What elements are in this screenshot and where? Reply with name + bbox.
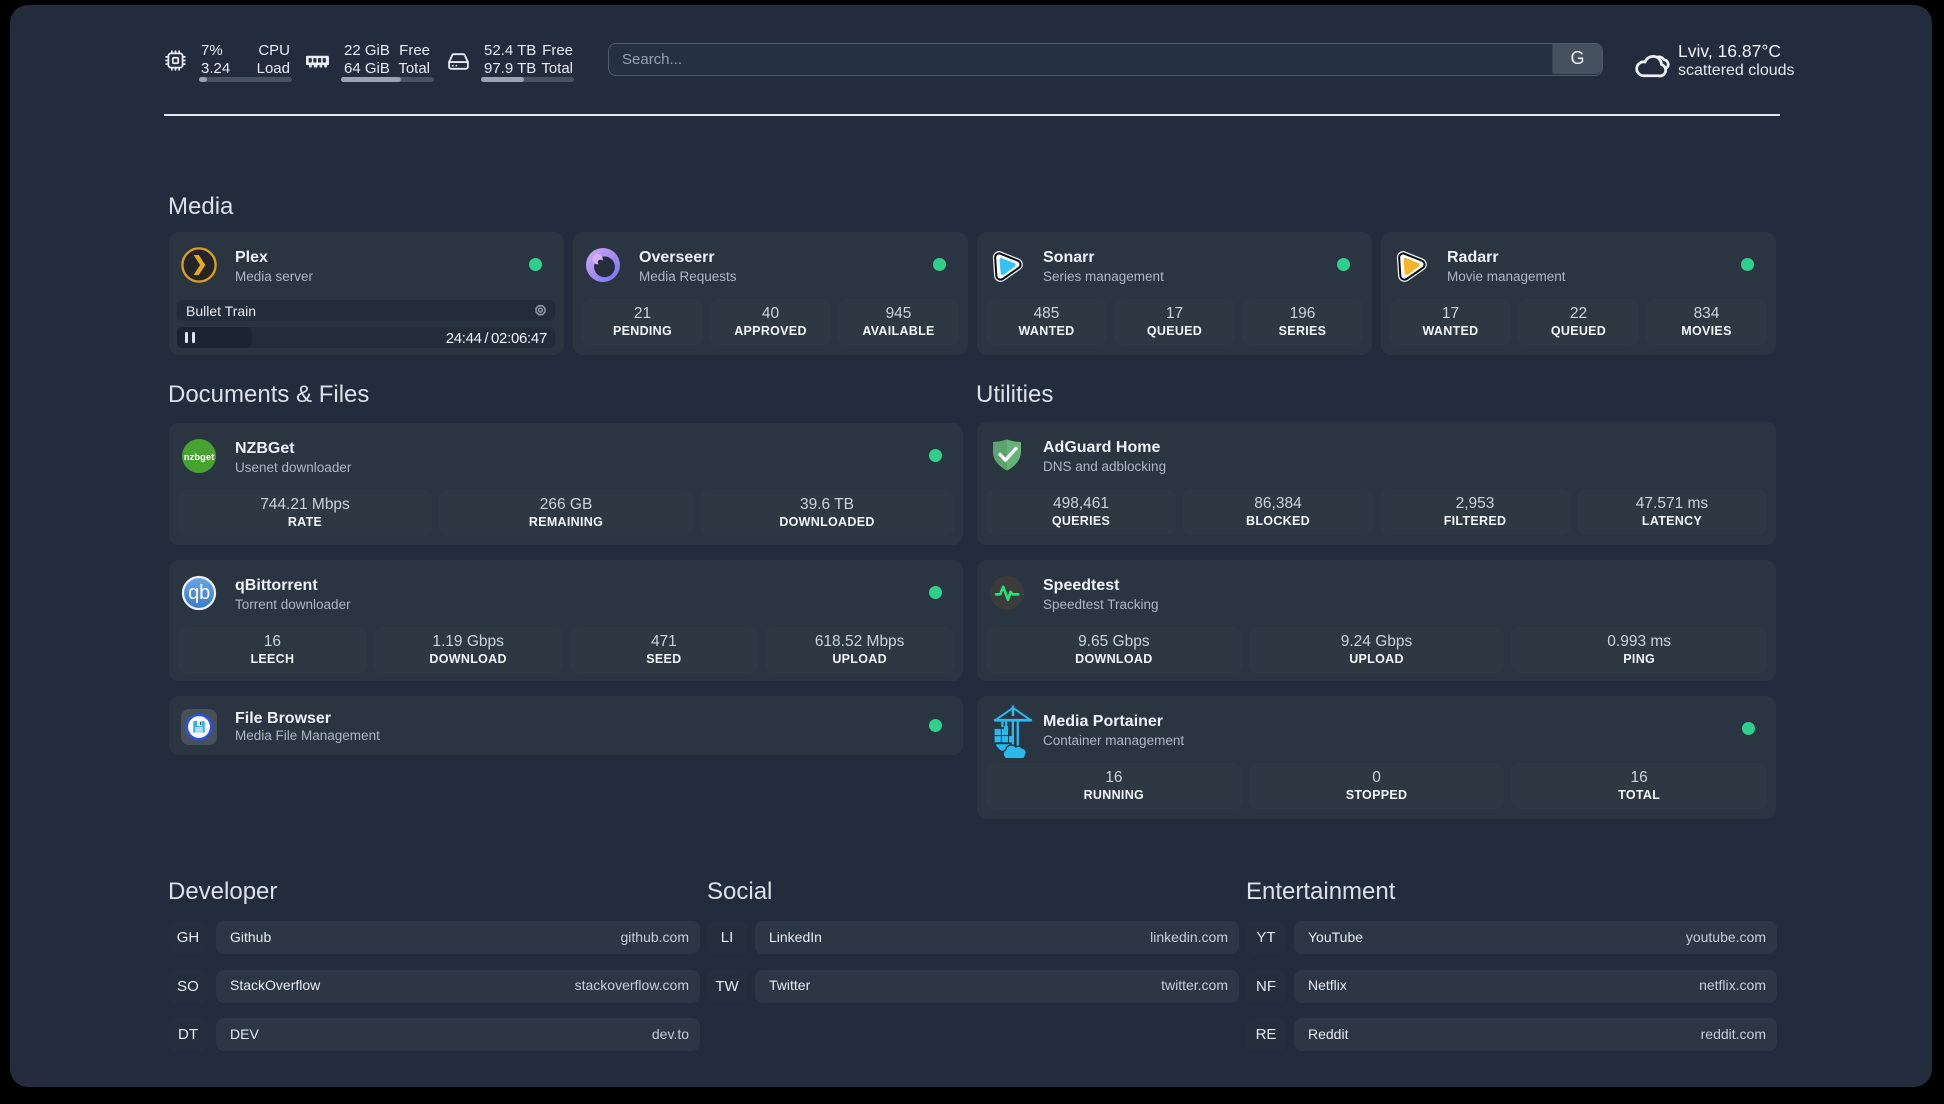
svg-text:nzbget: nzbget [184, 452, 215, 463]
svg-text:qb: qb [188, 582, 210, 604]
